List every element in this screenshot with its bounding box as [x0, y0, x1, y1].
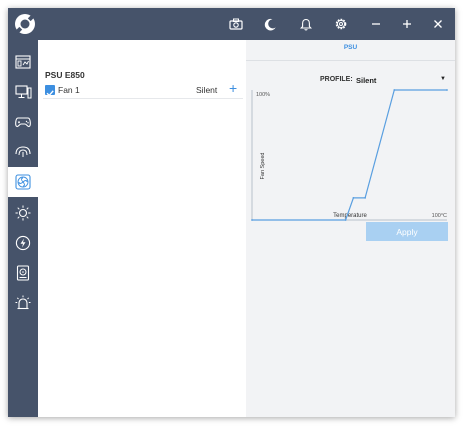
bell-icon[interactable] — [289, 8, 323, 40]
gear-icon[interactable] — [324, 8, 358, 40]
camera-icon[interactable] — [219, 8, 253, 40]
add-button[interactable]: + — [229, 80, 237, 96]
checkmark-icon — [46, 90, 54, 97]
title-bar — [8, 8, 455, 40]
app-window: PSU E850 Fan 1 Silent + PSU PROFILE: Sil… — [8, 8, 455, 417]
curve-point[interactable] — [446, 89, 448, 91]
lighting-icon — [15, 205, 31, 221]
app-logo-icon — [15, 14, 35, 34]
device-title: PSU E850 — [45, 70, 85, 80]
sidebar-item-storage[interactable] — [8, 260, 38, 286]
sidebar-item-fan[interactable] — [8, 167, 38, 197]
storage-icon — [16, 265, 30, 281]
curve-point[interactable] — [344, 219, 347, 221]
x-axis-label: Temperature — [333, 213, 367, 219]
sidebar-item-dashboard[interactable] — [8, 49, 38, 75]
minimize-icon[interactable] — [359, 8, 393, 40]
curve-point[interactable] — [352, 197, 355, 199]
sidebar-item-monitor[interactable] — [8, 79, 38, 105]
sidebar-item-gamepad[interactable] — [8, 109, 38, 135]
y-axis-label: Fan Speed — [260, 153, 266, 180]
sidebar-item-alarm-light[interactable] — [8, 290, 38, 316]
alarm-light-icon — [15, 295, 31, 310]
sidebar-item-mouse[interactable] — [8, 139, 38, 165]
fan-row[interactable]: Fan 1 Silent + — [43, 80, 243, 99]
dashboard-icon — [15, 55, 31, 69]
fan-curve-chart[interactable]: 100% 100°C Fan Speed Temperature — [246, 80, 455, 230]
fan-icon — [15, 174, 31, 190]
close-icon[interactable] — [421, 8, 455, 40]
monitor-icon — [14, 85, 31, 99]
maximize-icon[interactable] — [390, 8, 424, 40]
y-max-label: 100% — [256, 92, 270, 98]
curve-point[interactable] — [364, 197, 366, 199]
tab-psu[interactable]: PSU — [246, 44, 455, 51]
curve-point[interactable] — [251, 219, 253, 221]
gamepad-icon — [15, 117, 31, 128]
fan-profile: Silent — [196, 85, 218, 95]
fan-curve-line[interactable] — [252, 89, 447, 221]
curve-panel: PSU PROFILE: Silent ▼ 100% 100°C Fan Spe… — [246, 40, 455, 417]
sidebar-item-power[interactable] — [8, 230, 38, 256]
device-panel: PSU E850 Fan 1 Silent + — [38, 40, 246, 417]
sidebar — [8, 40, 38, 417]
fan-name: Fan 1 — [58, 85, 80, 95]
sidebar-item-lighting[interactable] — [8, 200, 38, 226]
x-max-label: 100°C — [432, 213, 447, 219]
fan-checkbox[interactable] — [45, 85, 55, 97]
power-icon — [15, 235, 31, 251]
moon-icon[interactable] — [253, 8, 287, 40]
curve-point[interactable] — [393, 89, 396, 91]
tab-divider — [246, 60, 455, 61]
apply-button[interactable]: Apply — [366, 222, 448, 241]
mouse-icon — [15, 146, 31, 157]
